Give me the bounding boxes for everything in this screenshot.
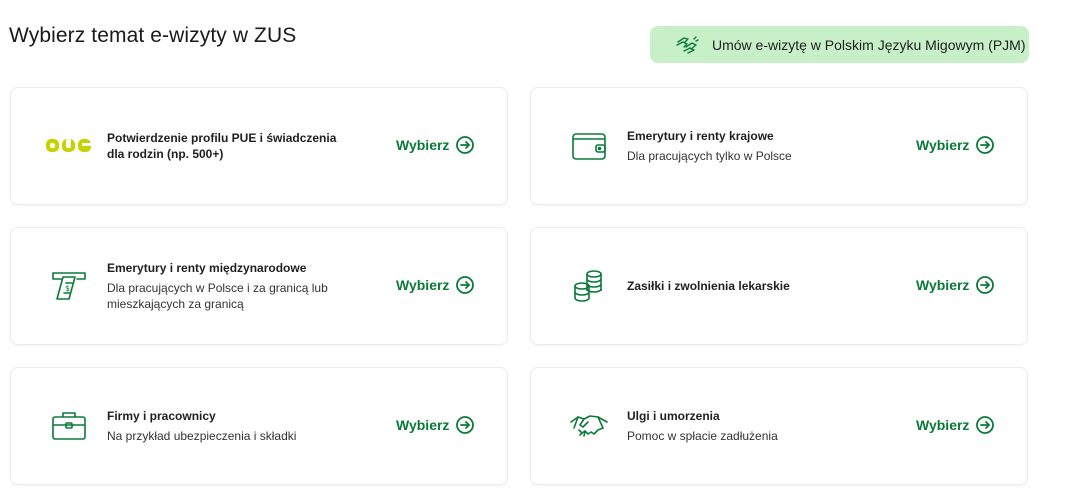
topic-card-text: Potwierdzenie profilu PUE i świadczenia … — [107, 88, 357, 204]
choose-button[interactable]: Wybierz — [396, 415, 475, 435]
arrow-right-circle-icon — [975, 415, 995, 435]
topic-card-text: Zasiłki i zwolnienia lekarskie — [627, 228, 877, 344]
topic-card-title: Zasiłki i zwolnienia lekarskie — [627, 279, 790, 293]
international-money-icon: $ — [43, 266, 95, 306]
choose-button[interactable]: Wybierz — [396, 135, 475, 155]
arrow-right-circle-icon — [455, 135, 475, 155]
choose-button-label: Wybierz — [916, 417, 970, 433]
choose-button[interactable]: Wybierz — [916, 135, 995, 155]
topic-card-text: Emerytury i renty międzynarodowe Dla pra… — [107, 228, 357, 344]
topic-card-title: Emerytury i renty krajowe — [627, 129, 774, 143]
topic-card-relief-remission[interactable]: Ulgi i umorzenia Pomoc w spłacie zadłuże… — [530, 367, 1028, 485]
topic-card-title: Ulgi i umorzenia — [627, 409, 720, 423]
topic-card-international-pensions[interactable]: $ Emerytury i renty międzynarodowe Dla p… — [10, 227, 508, 345]
pjm-appointment-button[interactable]: Umów e-wizytę w Polskim Języku Migowym (… — [650, 26, 1029, 63]
choose-button-label: Wybierz — [916, 137, 970, 153]
topic-card-text: Firmy i pracownicy Na przykład ubezpiecz… — [107, 368, 357, 484]
choose-button-label: Wybierz — [396, 417, 450, 433]
page-title: Wybierz temat e-wizyty w ZUS — [9, 24, 297, 47]
topic-card-description: Dla pracujących w Polsce i za granicą lu… — [107, 281, 328, 311]
topic-card-domestic-pensions[interactable]: Emerytury i renty krajowe Dla pracującyc… — [530, 87, 1028, 205]
topic-card-title: Emerytury i renty międzynarodowe — [107, 261, 307, 275]
arrow-right-circle-icon — [975, 135, 995, 155]
svg-text:$: $ — [65, 284, 70, 293]
briefcase-icon — [43, 406, 95, 446]
topic-card-title: Firmy i pracownicy — [107, 409, 216, 423]
pue-logo — [43, 126, 95, 166]
topic-card-text: Ulgi i umorzenia Pomoc w spłacie zadłuże… — [627, 368, 877, 484]
choose-button[interactable]: Wybierz — [396, 275, 475, 295]
arrow-right-circle-icon — [975, 275, 995, 295]
topic-card-description: Pomoc w spłacie zadłużenia — [627, 429, 778, 443]
topic-card-description: Na przykład ubezpieczenia i składki — [107, 429, 297, 443]
handshake-icon — [563, 406, 615, 446]
pjm-appointment-label: Umów e-wizytę w Polskim Języku Migowym (… — [712, 36, 1026, 53]
choose-button-label: Wybierz — [396, 277, 450, 293]
topic-card-companies-employees[interactable]: Firmy i pracownicy Na przykład ubezpiecz… — [10, 367, 508, 485]
topic-card-title: Potwierdzenie profilu PUE i świadczenia … — [107, 131, 337, 161]
choose-button[interactable]: Wybierz — [916, 415, 995, 435]
arrow-right-circle-icon — [455, 275, 475, 295]
topic-card-text: Emerytury i renty krajowe Dla pracującyc… — [627, 88, 877, 204]
arrow-right-circle-icon — [455, 415, 475, 435]
topic-card-description: Dla pracujących tylko w Polsce — [627, 149, 792, 163]
e-visit-topic-page: Wybierz temat e-wizyty w ZUS Umów e-wizy… — [0, 0, 1066, 500]
coins-icon — [563, 266, 615, 306]
topic-card-sickness-benefits[interactable]: Zasiłki i zwolnienia lekarskie Wybierz — [530, 227, 1028, 345]
choose-button-label: Wybierz — [396, 137, 450, 153]
choose-button-label: Wybierz — [916, 277, 970, 293]
sign-language-icon — [674, 33, 700, 57]
wallet-icon — [563, 126, 615, 166]
choose-button[interactable]: Wybierz — [916, 275, 995, 295]
topic-card-pue[interactable]: Potwierdzenie profilu PUE i świadczenia … — [10, 87, 508, 205]
